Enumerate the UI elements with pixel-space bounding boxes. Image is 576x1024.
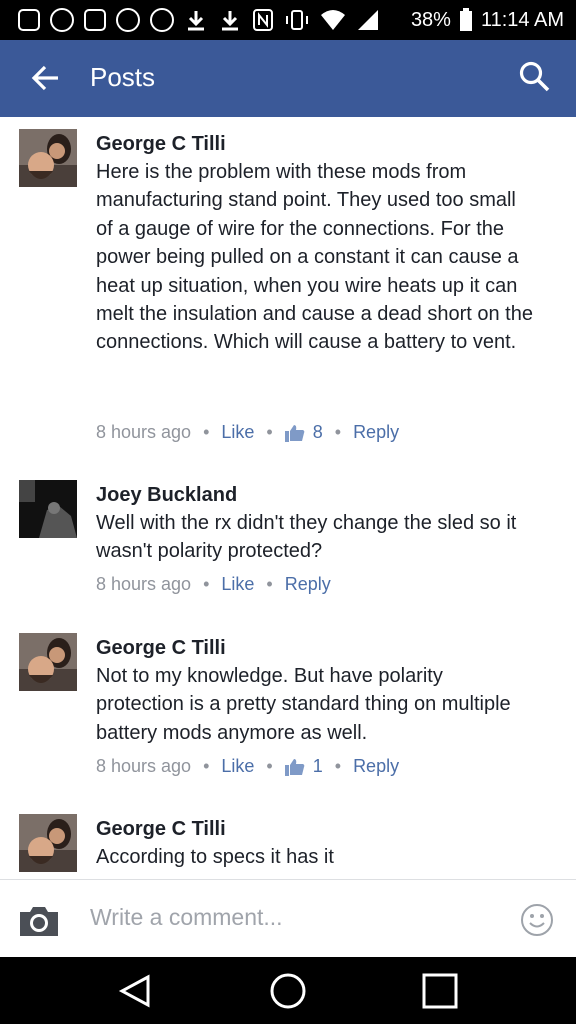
comment-text: Not to my knowledge. But have polarity p… <box>96 665 511 744</box>
wifi-icon <box>321 10 345 30</box>
poker-chip-icon <box>150 8 174 32</box>
reply-button[interactable]: Reply <box>353 422 399 443</box>
comment-actions: 8 hours ago • Like • 1 • Reply <box>96 756 400 777</box>
download-icon <box>222 11 238 31</box>
comment-actions: 8 hours ago • Like • Reply <box>96 574 331 595</box>
comment-time: 8 hours ago <box>96 756 192 776</box>
back-arrow-icon[interactable] <box>26 58 66 98</box>
comment-time: 8 hours ago <box>96 574 192 594</box>
comment-composer: Write a comment... <box>0 879 576 958</box>
comment-input[interactable]: Write a comment... <box>90 904 283 931</box>
comment-actions: 8 hours ago • Like • 8 • Reply <box>96 422 400 443</box>
comment-text: Well with the rx didn't they change the … <box>96 512 517 563</box>
home-circle-icon[interactable] <box>268 971 308 1011</box>
like-button[interactable]: Like <box>221 574 254 595</box>
thumbs-up-icon <box>284 759 305 777</box>
status-bar: 38% 11:14 AM <box>0 0 576 40</box>
recents-square-icon[interactable] <box>420 971 460 1011</box>
emoji-icon[interactable] <box>520 903 554 937</box>
like-button[interactable]: Like <box>221 422 254 443</box>
back-triangle-icon[interactable] <box>116 971 156 1011</box>
clock: 11:14 AM <box>480 8 564 31</box>
wsop-icon <box>116 8 140 32</box>
sync-icon <box>50 8 74 32</box>
search-icon[interactable] <box>518 60 552 94</box>
comment-author[interactable]: George C Tilli <box>96 637 226 660</box>
app-bar: Posts <box>0 40 576 117</box>
avatar[interactable] <box>19 480 77 538</box>
comment-time: 8 hours ago <box>96 422 192 442</box>
comment-text: Here is the problem with these mods from… <box>96 161 533 354</box>
reply-button[interactable]: Reply <box>353 756 399 777</box>
gmail-icon <box>84 9 106 31</box>
comment-list[interactable]: George C Tilli Here is the problem with … <box>0 117 576 879</box>
like-count-value: 8 <box>312 422 323 442</box>
camera-icon[interactable] <box>18 904 60 938</box>
download-icon <box>188 11 204 31</box>
system-nav-bar <box>0 957 576 1024</box>
comment-text: According to specs it has it <box>96 846 334 868</box>
thumbs-up-icon <box>284 425 305 443</box>
like-button[interactable]: Like <box>221 756 254 777</box>
messenger-icon <box>18 9 40 31</box>
signal-icon <box>358 10 378 30</box>
notification-icons <box>18 8 380 32</box>
reply-button[interactable]: Reply <box>285 574 331 595</box>
nfc-icon <box>253 9 273 31</box>
like-count-value: 1 <box>312 756 323 776</box>
battery-percent: 38% <box>410 8 451 31</box>
avatar[interactable] <box>19 633 77 691</box>
avatar[interactable] <box>19 814 77 872</box>
like-count[interactable]: 8 <box>284 422 323 443</box>
comment-author[interactable]: Joey Buckland <box>96 484 237 507</box>
comment-author[interactable]: George C Tilli <box>96 133 226 156</box>
battery-icon <box>459 8 472 31</box>
vibrate-icon <box>286 10 308 30</box>
comment-author[interactable]: George C Tilli <box>96 818 226 841</box>
avatar[interactable] <box>19 129 77 187</box>
page-title: Posts <box>90 62 156 92</box>
like-count[interactable]: 1 <box>284 756 323 777</box>
